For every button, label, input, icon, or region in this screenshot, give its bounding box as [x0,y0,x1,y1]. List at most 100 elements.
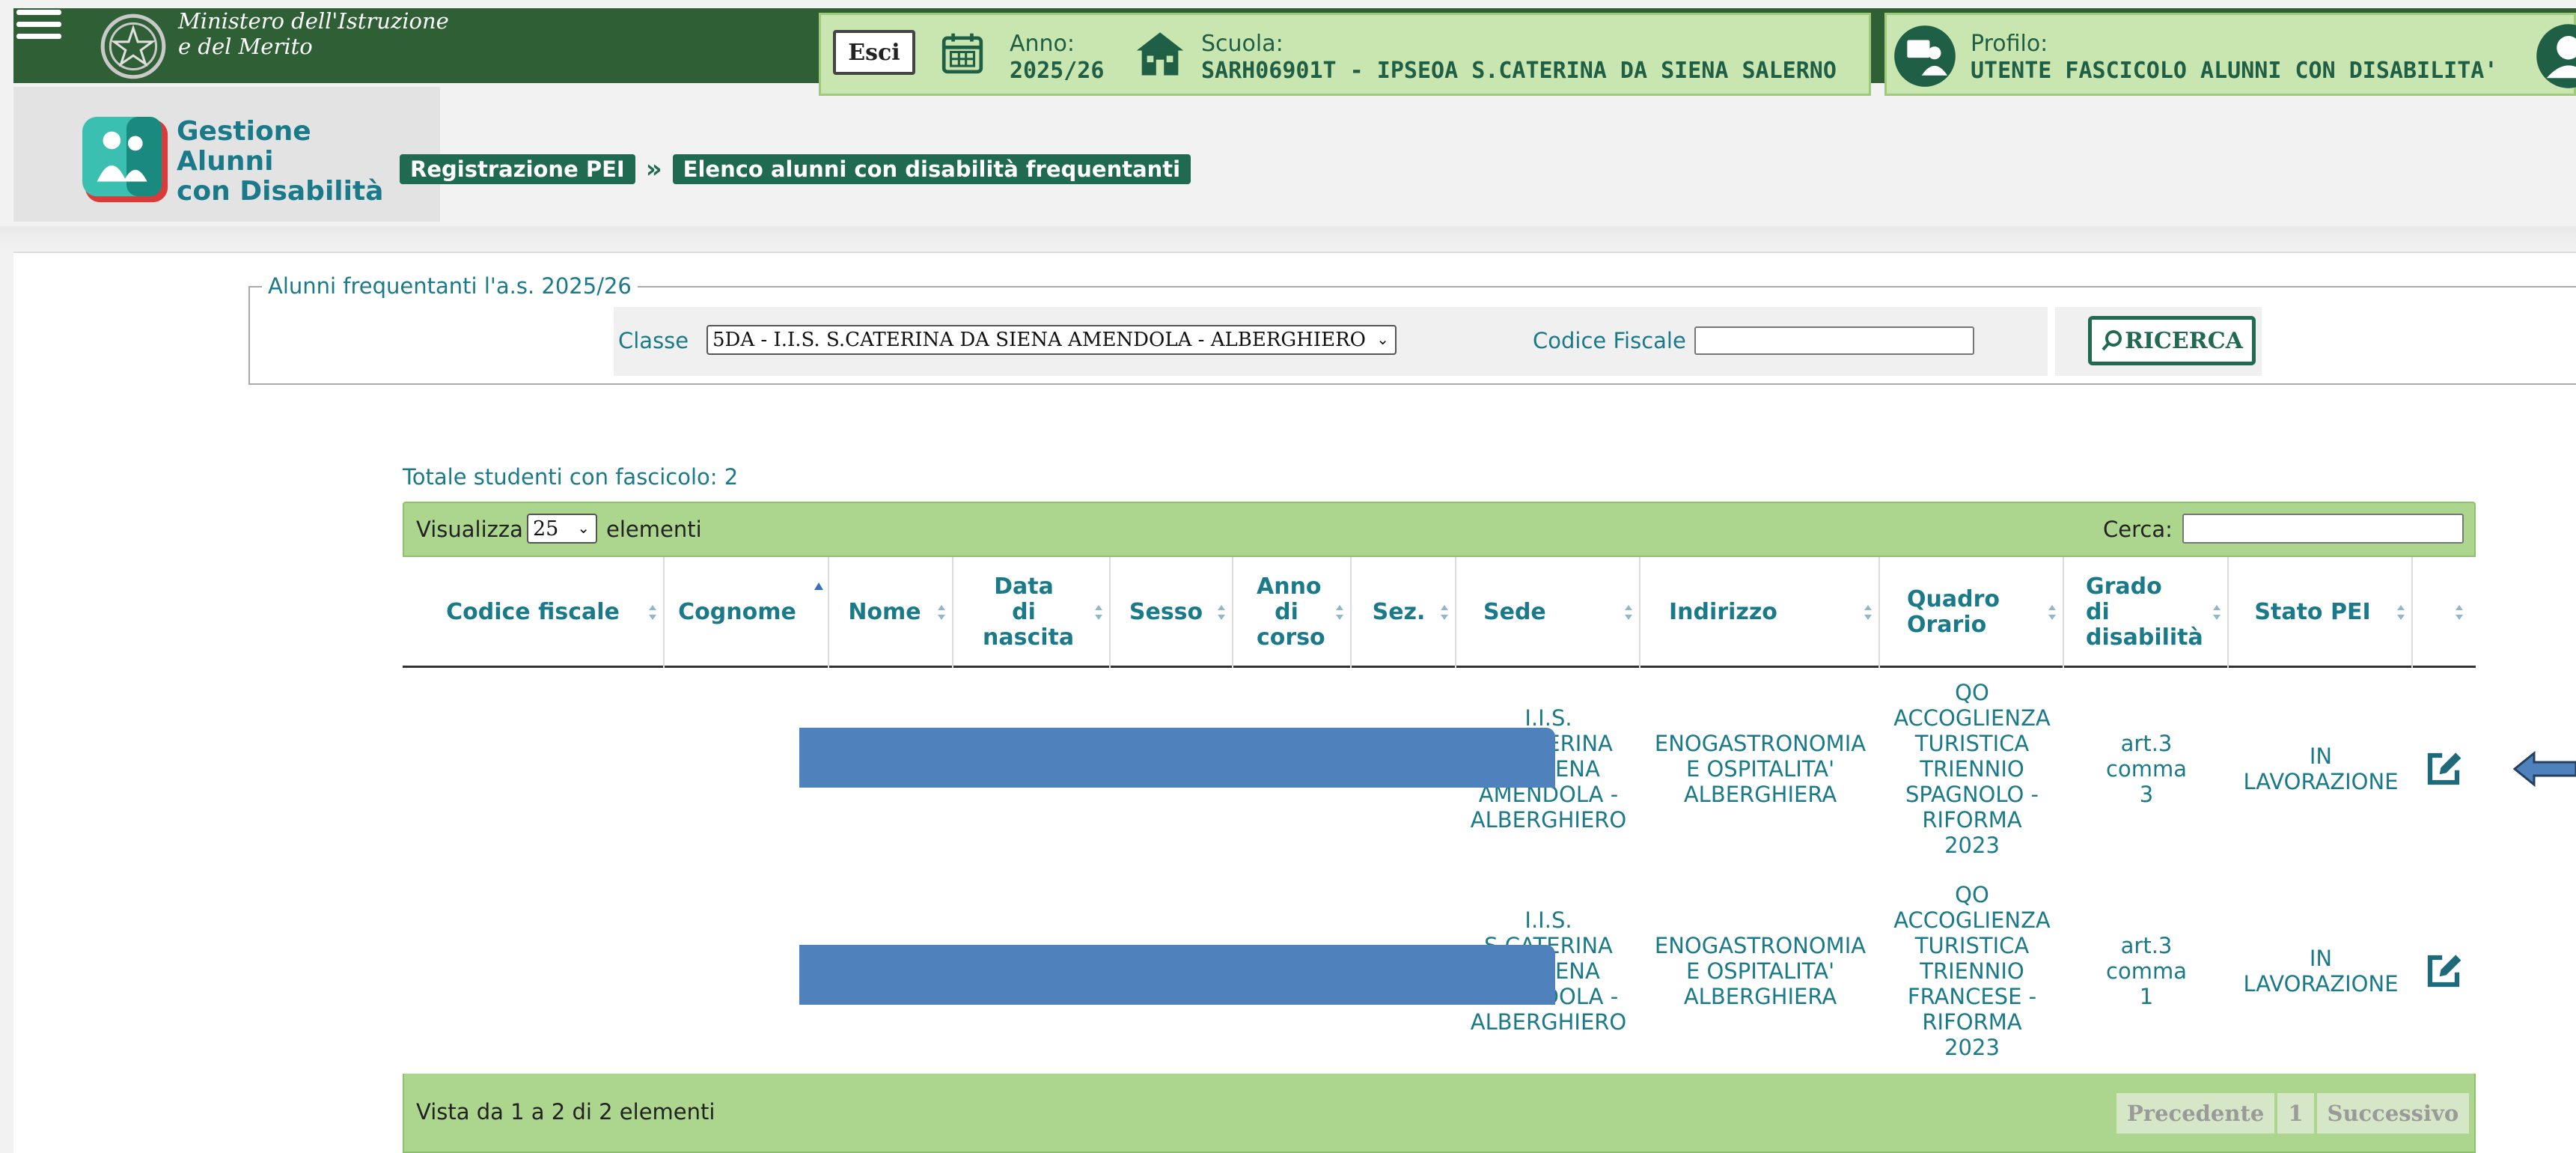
sort-icon [2456,605,2463,620]
cell-quadro: QO ACCOGLIENZA TURISTICA TRIENNIO FRANCE… [1893,882,2051,1060]
sort-icon [1625,605,1632,620]
profilo-label: Profilo: [1971,31,2048,57]
app-title: Gestione Alunni con Disabilità [177,117,383,207]
cell-indirizzo: ENOGASTRONOMIA E OSPITALITA' ALBERGHIERA [1654,933,1867,1009]
esci-button[interactable]: Esci [833,30,915,75]
school-icon [1136,32,1184,76]
sort-icon [2213,605,2221,620]
table-header: Codice fiscale Cognome Nome Data di nasc… [403,557,2476,668]
col-label: Codice fiscale [446,599,620,625]
app-header: Gestione Alunni con Disabilità [13,87,440,222]
anno-value: 2025/26 [1010,58,1105,84]
total-students: Totale studenti con fascicolo: 2 [403,464,739,490]
col-grado-disabilita[interactable]: Grado di disabilità [2064,557,2229,668]
pager-previous[interactable]: Precedente [2116,1093,2275,1134]
profilo-value: UTENTE FASCICOLO ALUNNI CON DISABILITA' [1971,58,2498,84]
table-body: F 5 DA I.I.S. S.CATERINA DA SIENA AMENDO… [403,668,2476,1074]
codice-fiscale-input[interactable] [1694,326,1974,355]
col-nome[interactable]: Nome [829,557,953,668]
col-label: Stato PEI [2254,599,2371,625]
pagination: Precedente 1 Successivo [2116,1093,2472,1134]
col-codice-fiscale[interactable]: Codice fiscale [403,557,665,668]
col-sede[interactable]: Sede [1456,557,1640,668]
breadcrumb-elenco-alunni[interactable]: Elenco alunni con disabilità frequentant… [672,154,1191,184]
sort-icon [1864,605,1872,620]
scuola-value: SARH06901T - IPSEOA S.CATERINA DA SIENA … [1201,58,1837,84]
pager-next[interactable]: Successivo [2316,1093,2470,1134]
chevron-down-icon: ⌄ [1376,329,1389,348]
ministry-line2: e del Merito [178,34,313,59]
chevron-down-icon: ⌄ [577,518,590,537]
app-title-line2: Alunni [177,146,274,177]
col-label: Sez. [1372,599,1426,625]
edit-icon[interactable] [2423,951,2464,991]
sort-icon [1218,605,1225,620]
col-quadro-orario[interactable]: Quadro Orario [1880,557,2064,668]
profile-icon [1894,25,1956,87]
sort-icon [2048,605,2056,620]
col-label: Sede [1483,599,1546,625]
sort-icon [938,605,945,620]
ministry-name: Ministero dell'Istruzione e del Merito [178,8,449,59]
menu-icon[interactable] [16,10,61,47]
separator-band [0,226,2576,253]
classe-label: Classe [618,328,689,353]
show-prefix: Visualizza [416,517,523,542]
sort-icon [2397,605,2405,620]
col-actions[interactable] [2413,557,2476,668]
redacted-personal-data [799,945,1555,1005]
anno-label: Anno: [1010,31,1075,57]
calendar-icon [941,33,983,74]
table-info: Vista da 1 a 2 di 2 elementi [416,1099,715,1125]
cell-grado: art.3 comma 1 [2106,933,2187,1009]
user-icon[interactable] [2535,22,2576,90]
breadcrumb-registrazione-pei[interactable]: Registrazione PEI [400,154,635,184]
breadcrumb-separator: » [645,154,662,184]
sort-icon [1441,605,1448,620]
app-title-line3: con Disabilità [177,176,384,207]
col-sesso[interactable]: Sesso [1111,557,1233,668]
cell-stato: IN LAVORAZIONE [2243,946,2399,997]
session-info-box: Esci Anno: 2025/26 Scuola: SARH06901T - … [819,13,1871,96]
page-size-select[interactable]: 25 ⌄ [527,514,597,544]
col-label: Cognome [678,599,796,625]
col-sez[interactable]: Sez. [1352,557,1456,668]
col-label: Grado di disabilità [2086,574,2203,651]
app-logo-icon [82,117,168,203]
col-indirizzo[interactable]: Indirizzo [1640,557,1880,668]
edit-icon[interactable] [2423,749,2464,789]
sort-icon [649,605,656,620]
profile-info-box: Profilo: UTENTE FASCICOLO ALUNNI CON DIS… [1884,13,2576,96]
page-size-value: 25 [533,517,559,541]
col-anno-corso[interactable]: Anno di corso [1233,557,1352,668]
cell-quadro: QO ACCOGLIENZA TURISTICA TRIENNIO SPAGNO… [1893,680,2051,858]
table-search-input[interactable] [2182,514,2464,544]
col-label: Data di nascita [983,574,1075,651]
col-label: Sesso [1129,599,1203,625]
ricerca-button[interactable]: RICERCA [2088,316,2256,365]
col-stato-pei[interactable]: Stato PEI [2229,557,2413,668]
ricerca-label: RICERCA [2125,327,2243,354]
col-label: Anno di corso [1257,574,1325,651]
emblem-icon [100,13,166,79]
app-title-line1: Gestione [177,116,311,147]
arrow-icon [2512,750,2576,788]
col-cognome[interactable]: Cognome [665,557,829,668]
search-icon [2102,330,2122,351]
filter-legend: Alunni frequentanti l'a.s. 2025/26 [262,273,638,299]
classe-select-value: 5DA - I.I.S. S.CATERINA DA SIENA AMENDOL… [712,329,1366,351]
show-suffix: elementi [606,517,702,542]
redacted-personal-data [799,728,1555,788]
scuola-label: Scuola: [1201,31,1284,57]
codice-fiscale-label: Codice Fiscale [1533,328,1686,353]
pager-page-1[interactable]: 1 [2277,1093,2314,1134]
cell-indirizzo: ENOGASTRONOMIA E OSPITALITA' ALBERGHIERA [1654,731,1867,807]
sort-asc-icon [814,582,823,590]
sort-icon [1095,605,1102,620]
sort-icon [1336,605,1343,620]
classe-select[interactable]: 5DA - I.I.S. S.CATERINA DA SIENA AMENDOL… [706,325,1397,355]
col-label: Quadro Orario [1907,586,2000,638]
col-label: Nome [848,599,921,625]
col-data-nascita[interactable]: Data di nascita [953,557,1111,668]
cell-stato: IN LAVORAZIONE [2243,743,2399,794]
